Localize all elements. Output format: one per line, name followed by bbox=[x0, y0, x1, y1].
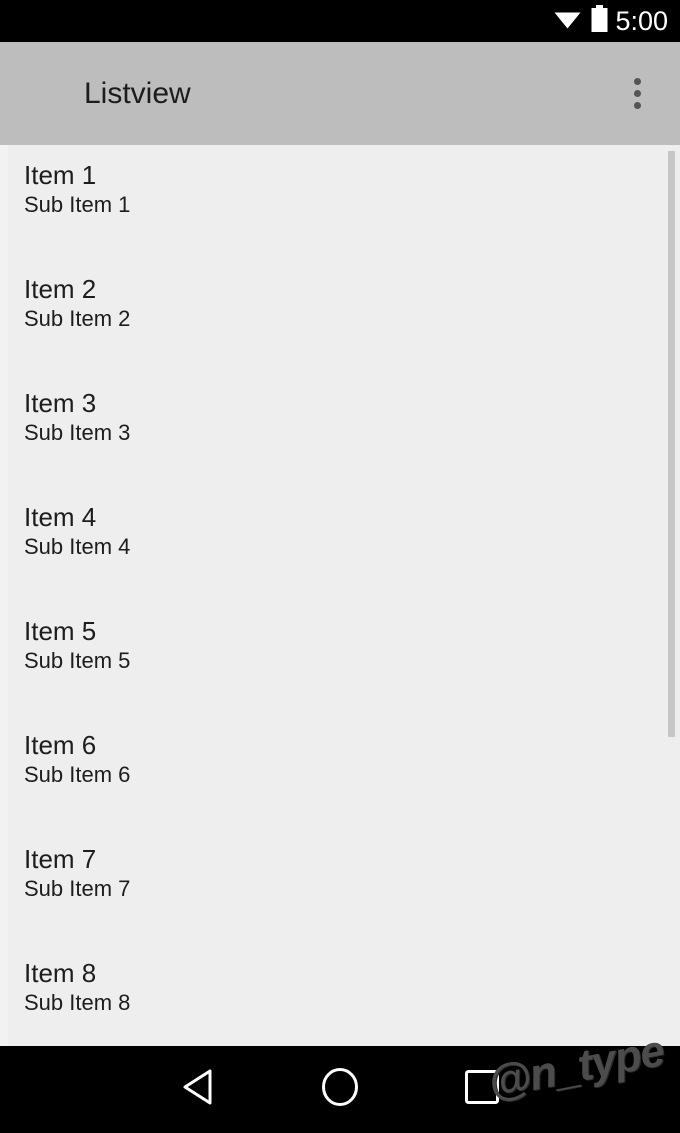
list-item-title: Item 8 bbox=[24, 958, 97, 988]
nav-home-button[interactable] bbox=[295, 1046, 385, 1133]
navigation-bar bbox=[0, 1046, 680, 1133]
app-bar: Listview bbox=[0, 42, 680, 145]
back-triangle-icon bbox=[180, 1068, 214, 1111]
list-item-subtitle: Sub Item 5 bbox=[24, 648, 131, 673]
status-bar-clock: 5:00 bbox=[615, 5, 668, 36]
list-item[interactable]: Item 4 Sub Item 4 bbox=[0, 487, 680, 601]
battery-icon bbox=[590, 4, 609, 38]
android-screen: 5:00 Listview Item 1 Sub Item 1 Item 2 S… bbox=[0, 0, 680, 1133]
list-item-subtitle: Sub Item 3 bbox=[24, 420, 131, 445]
status-bar-icons bbox=[554, 4, 609, 38]
list-item-title: Item 7 bbox=[24, 844, 97, 874]
list-item-subtitle: Sub Item 4 bbox=[24, 534, 131, 559]
list-item[interactable]: Item 1 Sub Item 1 bbox=[0, 145, 680, 259]
list-item[interactable]: Item 6 Sub Item 6 bbox=[0, 715, 680, 829]
list-item-subtitle: Sub Item 6 bbox=[24, 762, 131, 787]
scrollbar-thumb[interactable] bbox=[668, 151, 675, 737]
status-bar: 5:00 bbox=[0, 0, 680, 42]
list-item[interactable]: Item 7 Sub Item 7 bbox=[0, 829, 680, 943]
nav-recents-button[interactable] bbox=[437, 1046, 527, 1133]
recents-square-icon bbox=[464, 1069, 500, 1110]
wifi-icon bbox=[554, 8, 581, 35]
overflow-dot-2 bbox=[633, 90, 641, 97]
nav-back-button[interactable] bbox=[152, 1046, 242, 1133]
list-item-title: Item 4 bbox=[24, 502, 97, 532]
list-item-title: Item 1 bbox=[24, 160, 97, 190]
list-item[interactable]: Item 8 Sub Item 8 bbox=[0, 943, 680, 1046]
scrollbar[interactable] bbox=[666, 145, 680, 1046]
list-item-title: Item 6 bbox=[24, 730, 97, 760]
list-item-subtitle: Sub Item 7 bbox=[24, 876, 131, 901]
list-item-subtitle: Sub Item 8 bbox=[24, 990, 131, 1015]
list-item[interactable]: Item 3 Sub Item 3 bbox=[0, 373, 680, 487]
overflow-menu-icon[interactable] bbox=[614, 71, 660, 117]
overflow-dot-3 bbox=[633, 102, 641, 109]
list-item-subtitle: Sub Item 2 bbox=[24, 306, 131, 331]
listview[interactable]: Item 1 Sub Item 1 Item 2 Sub Item 2 Item… bbox=[0, 145, 680, 1046]
list-item-subtitle: Sub Item 1 bbox=[24, 192, 131, 217]
list-item-title: Item 2 bbox=[24, 274, 97, 304]
list-item[interactable]: Item 5 Sub Item 5 bbox=[0, 601, 680, 715]
list-item-title: Item 3 bbox=[24, 388, 97, 418]
list-item[interactable]: Item 2 Sub Item 2 bbox=[0, 259, 680, 373]
list-item-title: Item 5 bbox=[24, 616, 97, 646]
page-title: Listview bbox=[84, 76, 191, 110]
home-circle-icon bbox=[320, 1067, 360, 1112]
overflow-dot-1 bbox=[633, 78, 641, 85]
